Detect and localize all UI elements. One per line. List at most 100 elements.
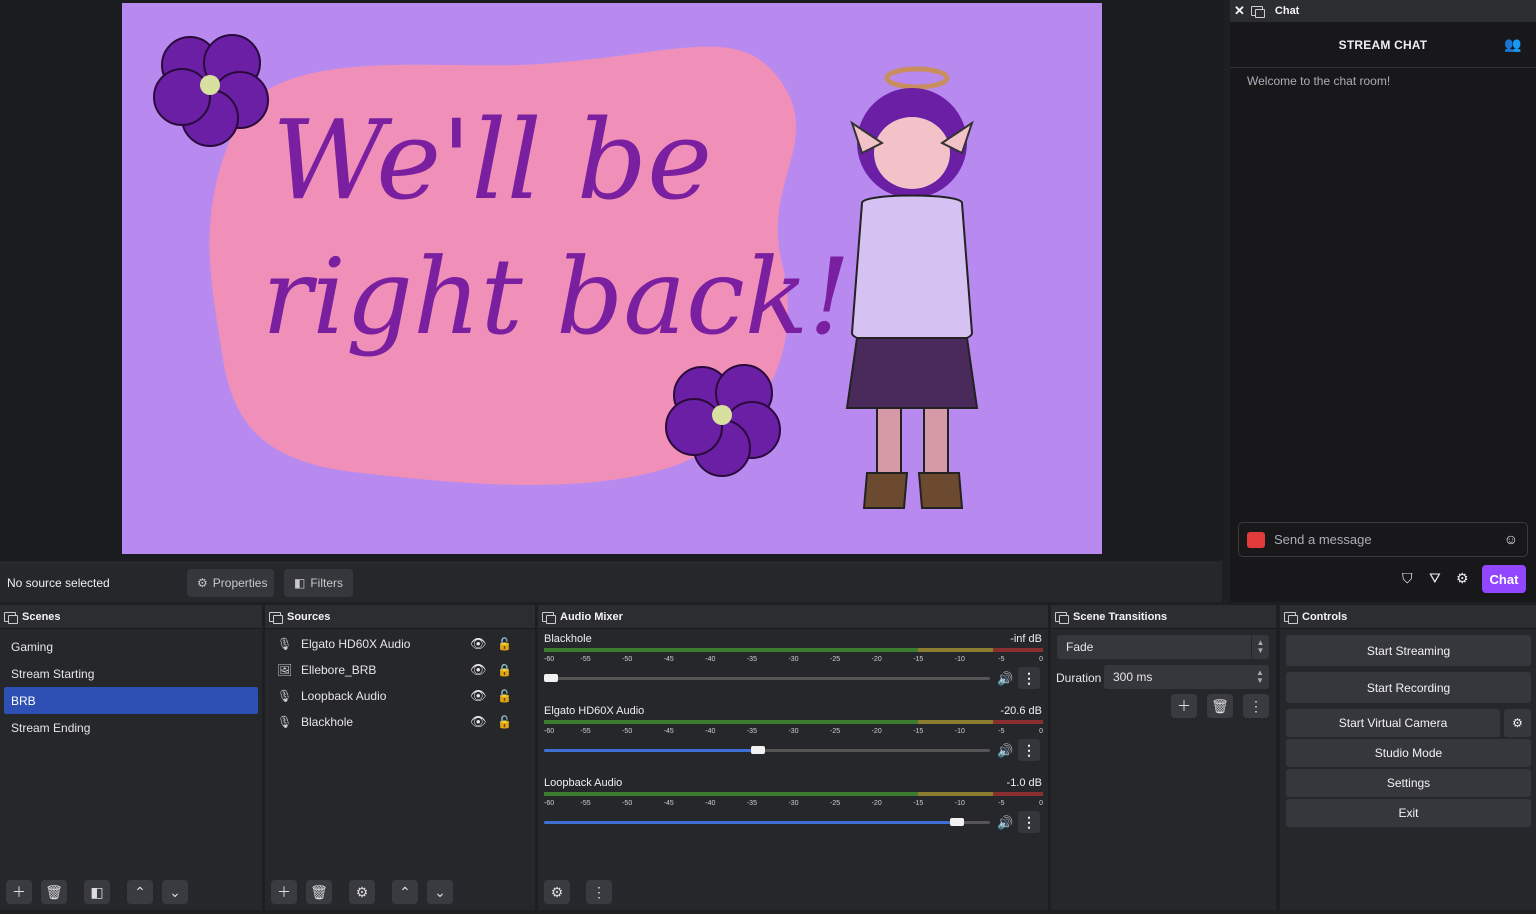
unlocked-icon[interactable]: 🔓	[497, 637, 512, 651]
image-icon: 🖼	[277, 663, 293, 677]
scene-label: Gaming	[11, 639, 54, 654]
speaker-icon[interactable]: 🔊	[997, 671, 1013, 687]
remove-scene-button[interactable]: 🗑	[41, 880, 67, 904]
meter-tick-label: -15	[913, 656, 924, 663]
unlocked-icon[interactable]: 🔓	[497, 715, 512, 729]
chat-dock-titlebar: ✕ Chat	[1230, 0, 1536, 22]
volume-slider[interactable]	[544, 818, 990, 826]
source-item-elgato-hd60x-audio[interactable]: 🎙 Elgato HD60X Audio 👁 🔓	[265, 631, 535, 657]
move-scene-down-button[interactable]: ⌄	[162, 880, 188, 904]
lock-icon[interactable]: 🔒	[497, 663, 512, 677]
properties-button[interactable]: ⚙ Properties	[187, 569, 274, 597]
remove-source-button[interactable]: 🗑	[306, 880, 332, 904]
eye-icon[interactable]: 👁	[470, 688, 487, 704]
volume-slider[interactable]	[544, 746, 990, 754]
close-icon[interactable]: ✕	[1234, 3, 1245, 19]
eye-icon[interactable]: 👁	[470, 662, 487, 678]
move-source-up-button[interactable]: ⌃	[392, 880, 418, 904]
chat-message-input[interactable]: Send a message ☺	[1238, 522, 1528, 557]
meter-tick-label: -40	[705, 800, 716, 807]
eye-icon[interactable]: 👁	[470, 636, 487, 652]
settings-button[interactable]: Settings	[1286, 769, 1531, 797]
transition-menu-button[interactable]: ⋮	[1243, 694, 1269, 718]
dock-window-icon[interactable]	[4, 611, 18, 624]
chat-input-placeholder: Send a message	[1274, 532, 1372, 547]
scenes-title: Scenes	[22, 610, 61, 623]
dock-window-icon[interactable]	[1055, 611, 1069, 624]
volume-slider[interactable]	[544, 674, 990, 682]
chat-send-button[interactable]: Chat	[1482, 565, 1526, 593]
source-item-ellebore-brb[interactable]: 🖼 Ellebore_BRB 👁 🔒	[265, 657, 535, 683]
speaker-icon[interactable]: 🔊	[997, 743, 1013, 759]
bits-icon[interactable]: ⛛	[1429, 570, 1441, 587]
start-virtual-camera-button[interactable]: Start Virtual Camera	[1286, 709, 1500, 737]
source-item-blackhole[interactable]: 🎙 Blackhole 👁 🔓	[265, 709, 535, 735]
scene-item-stream-starting[interactable]: Stream Starting	[4, 660, 258, 687]
remove-transition-button[interactable]: 🗑	[1207, 694, 1233, 718]
meter-tick-label: 0	[1039, 656, 1043, 663]
channel-name: Blackhole	[544, 633, 592, 645]
dock-window-icon[interactable]	[1284, 611, 1298, 624]
speaker-icon[interactable]: 🔊	[997, 815, 1013, 831]
meter-tick-label: -60	[544, 800, 555, 807]
move-source-down-button[interactable]: ⌄	[427, 880, 453, 904]
users-icon[interactable]: 👥	[1504, 36, 1522, 53]
add-scene-button[interactable]: ＋	[6, 880, 32, 904]
add-transition-button[interactable]: ＋	[1171, 694, 1197, 718]
chevron-down-icon: ⌄	[434, 883, 446, 900]
sources-dock: Sources 🎙 Elgato HD60X Audio 👁 🔓 🖼 Elleb…	[265, 605, 535, 910]
exit-button[interactable]: Exit	[1286, 799, 1531, 827]
mixer-menu-button[interactable]: ⋮	[586, 880, 612, 904]
meter-tick-label: -10	[954, 728, 965, 735]
dock-window-icon[interactable]	[269, 611, 283, 624]
emote-picker-icon[interactable]: ☺	[1504, 531, 1518, 547]
chat-settings-gear-icon[interactable]: ⚙	[1456, 570, 1469, 587]
controls-header: Controls	[1280, 605, 1536, 629]
preview-canvas[interactable]: We'll be right back!	[122, 3, 1102, 554]
start-recording-button[interactable]: Start Recording	[1286, 672, 1531, 703]
slider-handle[interactable]	[544, 674, 558, 682]
slider-handle[interactable]	[751, 746, 766, 754]
plus-icon: ＋	[12, 884, 26, 900]
channel-db-level: -inf dB	[1010, 633, 1042, 645]
start-streaming-button[interactable]: Start Streaming	[1286, 635, 1531, 666]
dock-window-icon[interactable]	[1250, 6, 1265, 18]
trash-icon: 🗑	[310, 883, 328, 900]
meter-tick-label: -25	[830, 728, 841, 735]
eye-icon[interactable]: 👁	[470, 714, 487, 730]
gears-icon: ⚙	[550, 883, 564, 900]
scene-item-gaming[interactable]: Gaming	[4, 633, 258, 660]
channel-menu-button[interactable]: ⋮	[1018, 739, 1040, 761]
filters-button[interactable]: ◧ Filters	[284, 569, 353, 597]
brb-text-line1: We'll be	[272, 96, 712, 224]
scene-list: Gaming Stream Starting BRB Stream Ending	[0, 629, 262, 741]
source-item-loopback-audio[interactable]: 🎙 Loopback Audio 👁 🔓	[265, 683, 535, 709]
duration-spinbox[interactable]: 300 ms ▲ ▼	[1104, 665, 1269, 689]
channel-menu-button[interactable]: ⋮	[1018, 811, 1040, 833]
plus-icon: ＋	[1177, 698, 1191, 714]
channel-menu-button[interactable]: ⋮	[1018, 667, 1040, 689]
shield-icon[interactable]: ⛉	[1402, 570, 1413, 587]
meter-tick-label: -45	[663, 728, 674, 735]
scene-item-stream-ending[interactable]: Stream Ending	[4, 714, 258, 741]
source-properties-button[interactable]: ⚙	[349, 880, 375, 904]
spinner-arrows-icon[interactable]: ▲ ▼	[1251, 665, 1269, 689]
obs-window: We'll be right back! No source selected …	[0, 0, 1536, 914]
slider-handle[interactable]	[950, 818, 965, 826]
scene-filters-button[interactable]: ◧	[84, 880, 110, 904]
scene-item-brb[interactable]: BRB	[4, 687, 258, 714]
mixer-footer: ⚙ ⋮	[538, 880, 612, 904]
unlocked-icon[interactable]: 🔓	[497, 689, 512, 703]
dock-window-icon[interactable]	[542, 611, 556, 624]
add-source-button[interactable]: ＋	[271, 880, 297, 904]
sources-footer: ＋ 🗑 ⚙ ⌃ ⌄	[265, 880, 453, 904]
move-scene-up-button[interactable]: ⌃	[127, 880, 153, 904]
virtual-camera-settings-button[interactable]: ⚙	[1504, 709, 1531, 737]
channel-db-level: -20.6 dB	[1000, 705, 1042, 717]
studio-mode-button[interactable]: Studio Mode	[1286, 739, 1531, 767]
meter-tick-label: 0	[1039, 800, 1043, 807]
transition-select[interactable]: Fade ▲ ▼	[1057, 635, 1269, 659]
sources-dock-header: Sources	[265, 605, 535, 629]
chat-welcome-message: Welcome to the chat room!	[1247, 74, 1391, 88]
advanced-audio-properties-button[interactable]: ⚙	[544, 880, 570, 904]
